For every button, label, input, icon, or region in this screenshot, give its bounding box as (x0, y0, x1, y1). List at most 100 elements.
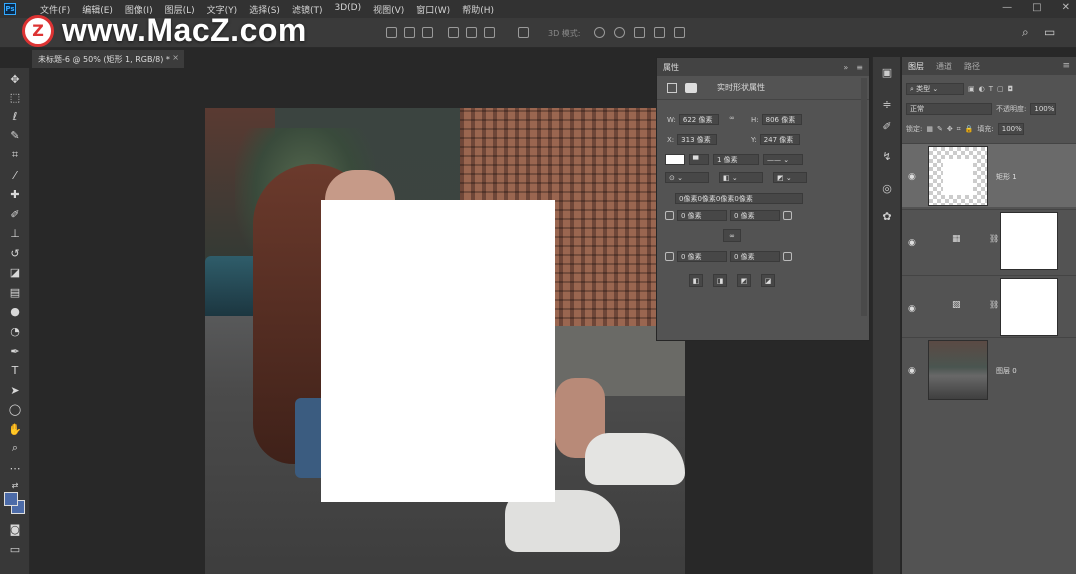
distribute-left-icon[interactable] (448, 27, 459, 38)
distribute-spacing-icon[interactable] (518, 27, 529, 38)
lock-all-icon[interactable]: 🔒 (965, 125, 974, 133)
blend-mode-dropdown[interactable]: 正常 (906, 103, 992, 115)
history-icon[interactable]: ↯ (879, 149, 895, 163)
layer-row[interactable]: ◉ ▨ ⛓ (902, 275, 1076, 339)
close-tab-icon[interactable]: × (172, 53, 179, 62)
layer-name[interactable]: 矩形 1 (996, 172, 1017, 182)
swatches-icon[interactable]: ✿ (879, 209, 895, 223)
document-canvas[interactable] (205, 108, 685, 574)
styles-icon[interactable]: ◎ (879, 181, 895, 195)
combine-shapes-icon[interactable]: ◧ (689, 274, 703, 287)
fill-field[interactable]: 100% (997, 123, 1024, 135)
type-tool-icon[interactable]: T (7, 363, 23, 377)
stroke-corners-dropdown[interactable]: ◩ ⌄ (773, 172, 807, 183)
pen-tool-icon[interactable]: ✒ (7, 344, 23, 358)
exclude-shapes-icon[interactable]: ◪ (761, 274, 775, 287)
eraser-tool-icon[interactable]: ◪ (7, 265, 23, 279)
corner-br-field[interactable]: 0 像素 (730, 251, 780, 262)
corner-bl-icon[interactable] (665, 252, 674, 261)
history-brush-tool-icon[interactable]: ↺ (7, 246, 23, 260)
gradient-tool-icon[interactable]: ▤ (7, 285, 23, 299)
tab-channels[interactable]: 通道 (936, 61, 952, 72)
layer-link-icon[interactable]: ⛓ (989, 234, 999, 243)
quick-select-tool-icon[interactable]: ✎ (7, 128, 23, 142)
width-field[interactable]: 622 像素 (678, 114, 719, 125)
maximize-icon[interactable]: □ (1032, 2, 1041, 13)
rectangle-shape-layer[interactable] (321, 200, 555, 502)
3d-scale-icon[interactable] (674, 27, 685, 38)
screen-mode-icon[interactable]: ▭ (7, 542, 23, 556)
visibility-eye-icon[interactable]: ◉ (908, 238, 916, 248)
panel-menu-icon[interactable]: ≡ (856, 63, 863, 72)
menu-window[interactable]: 窗口(W) (416, 3, 450, 16)
visibility-eye-icon[interactable]: ◉ (908, 366, 916, 376)
healing-brush-tool-icon[interactable]: ✚ (7, 187, 23, 201)
lock-pixels-icon[interactable]: ✎ (937, 125, 943, 133)
corner-tr-icon[interactable] (783, 211, 792, 220)
clone-stamp-tool-icon[interactable]: ⊥ (7, 226, 23, 240)
swap-colors-icon[interactable]: ⇄ (7, 478, 23, 492)
blur-tool-icon[interactable]: ● (7, 304, 23, 318)
height-field[interactable]: 806 像素 (761, 114, 802, 125)
dodge-tool-icon[interactable]: ◔ (7, 324, 23, 338)
more-tools-icon[interactable]: ⋯ (7, 461, 23, 475)
adjustments-icon[interactable]: ≑ (879, 97, 895, 111)
close-icon[interactable]: ✕ (1062, 2, 1070, 13)
mask-properties-icon[interactable] (685, 82, 697, 93)
3d-slide-icon[interactable] (654, 27, 665, 38)
move-tool-icon[interactable]: ✥ (7, 72, 23, 86)
tab-properties[interactable]: 属性 (663, 62, 679, 73)
corner-tl-icon[interactable] (665, 211, 674, 220)
lock-transparent-icon[interactable]: ▦ (926, 125, 933, 133)
filter-type-icon[interactable]: T (989, 85, 993, 93)
stroke-width-field[interactable]: 1 像素 (713, 154, 759, 165)
layer-name[interactable]: 图层 0 (996, 366, 1017, 376)
shape-properties-icon[interactable] (667, 82, 677, 93)
layers-menu-icon[interactable]: ≡ (1062, 61, 1070, 71)
corner-bl-field[interactable]: 0 像素 (677, 251, 727, 262)
filter-smart-icon[interactable]: ◘ (1008, 85, 1014, 93)
foreground-color-swatch[interactable] (4, 492, 18, 506)
distribute-right-icon[interactable] (484, 27, 495, 38)
tab-layers[interactable]: 图层 (908, 61, 924, 72)
3d-pan-icon[interactable] (634, 27, 645, 38)
corner-tl-field[interactable]: 0 像素 (677, 210, 727, 221)
fill-color-swatch[interactable] (665, 154, 685, 165)
filter-adjust-icon[interactable]: ◐ (979, 85, 985, 93)
menu-3d[interactable]: 3D(D) (334, 3, 361, 16)
lasso-tool-icon[interactable]: ℓ (7, 109, 23, 123)
tab-paths[interactable]: 路径 (964, 61, 980, 72)
rectangle-tool-icon[interactable]: ◯ (7, 402, 23, 416)
opacity-field[interactable]: 100% (1030, 103, 1057, 115)
stroke-align-dropdown[interactable]: ⊙ ⌄ (665, 172, 709, 183)
stroke-type-dropdown[interactable]: —— ⌄ (763, 154, 803, 165)
layer-filter-dropdown[interactable]: ⌕ 类型 ⌄ (906, 83, 964, 95)
filter-shape-icon[interactable]: ▢ (997, 85, 1004, 93)
marquee-tool-icon[interactable]: ⬚ (7, 90, 23, 104)
zoom-tool-icon[interactable]: ⌕ (7, 441, 23, 455)
menu-help[interactable]: 帮助(H) (462, 3, 494, 16)
align-right-icon[interactable] (422, 27, 433, 38)
align-center-icon[interactable] (404, 27, 415, 38)
intersect-shapes-icon[interactable]: ◩ (737, 274, 751, 287)
path-select-tool-icon[interactable]: ➤ (7, 383, 23, 397)
menu-view[interactable]: 视图(V) (373, 3, 404, 16)
layer-row[interactable]: ◉ 图层 0 (902, 337, 1076, 401)
search-icon[interactable]: ⌕ (1022, 25, 1029, 40)
brush-settings-icon[interactable]: ✐ (879, 119, 895, 133)
quick-mask-icon[interactable]: ◙ (7, 522, 23, 536)
filter-pixel-icon[interactable]: ▣ (968, 85, 975, 93)
layer-link-icon[interactable]: ⛓ (989, 300, 999, 309)
link-icon[interactable]: ∞ (729, 114, 735, 122)
layer-row[interactable]: ◉ 矩形 1 (902, 143, 1076, 207)
link-corners-icon[interactable]: ∞ (723, 229, 741, 242)
minimize-icon[interactable]: — (1002, 2, 1012, 13)
3d-roll-icon[interactable] (614, 27, 625, 38)
align-left-icon[interactable] (386, 27, 397, 38)
visibility-eye-icon[interactable]: ◉ (908, 172, 916, 182)
properties-scrollbar[interactable] (861, 78, 867, 316)
corner-radii-field[interactable]: 0像素0像素0像素0像素 (675, 193, 803, 204)
layer-row[interactable]: ◉ ▦ ⛓ (902, 209, 1076, 273)
eyedropper-tool-icon[interactable]: ⁄ (7, 168, 23, 182)
workspace-icon[interactable]: ▭ (1044, 25, 1055, 39)
